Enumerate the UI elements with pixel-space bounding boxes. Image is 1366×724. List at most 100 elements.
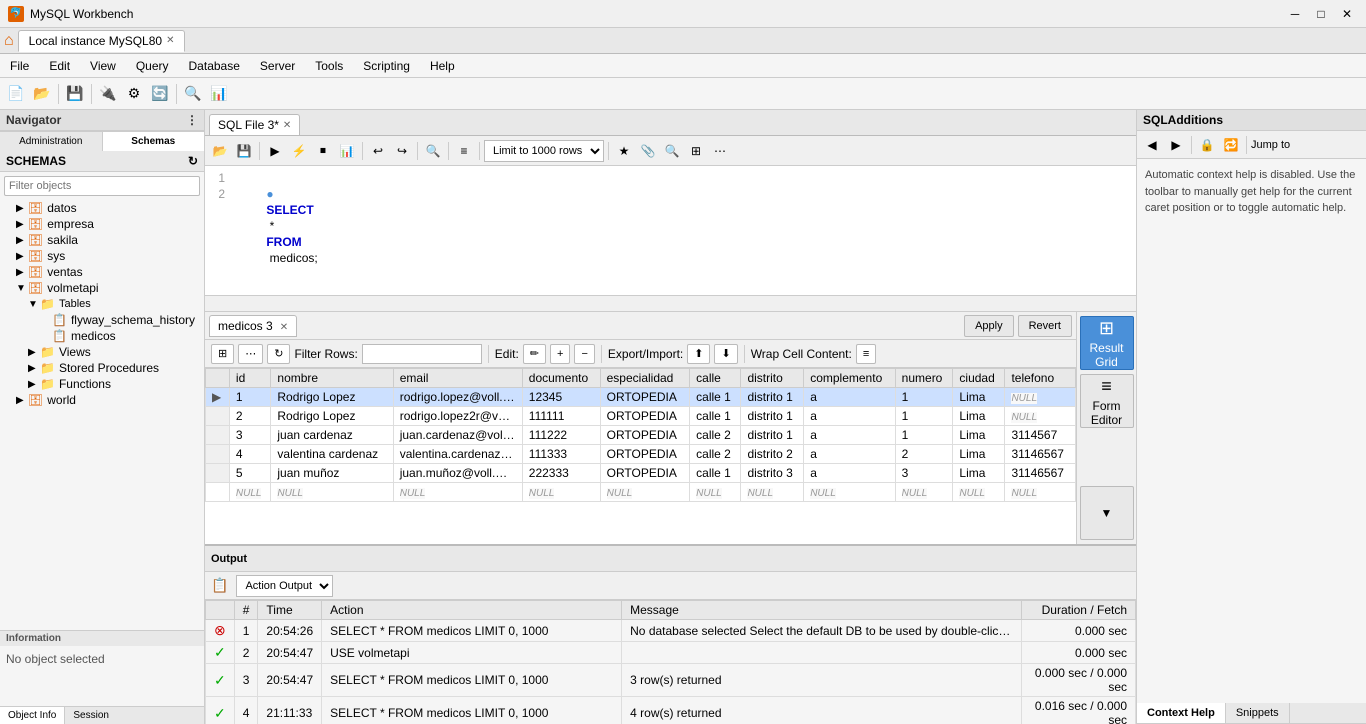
col-nombre[interactable]: nombre — [271, 369, 393, 388]
right-panel-forward-btn[interactable]: ▶ — [1165, 134, 1187, 156]
right-panel-back-btn[interactable]: ◀ — [1141, 134, 1163, 156]
menu-scripting[interactable]: Scripting — [353, 56, 420, 76]
revert-button[interactable]: Revert — [1018, 315, 1072, 337]
col-email[interactable]: email — [393, 369, 522, 388]
result-tab-close[interactable]: ✕ — [280, 322, 288, 333]
open-sql-button[interactable]: 📂 — [209, 140, 231, 162]
schema-sys[interactable]: ▶🗄sys — [0, 248, 204, 264]
col-ciudad[interactable]: ciudad — [953, 369, 1005, 388]
schemas-refresh-icon[interactable]: ↻ — [188, 154, 198, 168]
menu-query[interactable]: Query — [126, 56, 179, 76]
menu-help[interactable]: Help — [420, 56, 465, 76]
sql-editor[interactable]: 1 2 ● SELECT * FROM medicos; — [205, 166, 1136, 296]
menu-tools[interactable]: Tools — [305, 56, 353, 76]
output-row[interactable]: ✓421:11:33SELECT * FROM medicos LIMIT 0,… — [206, 697, 1136, 724]
output-row[interactable]: ✓220:54:47USE volmetapi0.000 sec — [206, 642, 1136, 664]
redo-button[interactable]: ↪ — [391, 140, 413, 162]
zoom-button[interactable]: 🔍 — [661, 140, 683, 162]
schema-inspector-button[interactable]: 🔍 — [181, 82, 205, 106]
col-telefono[interactable]: telefono — [1005, 369, 1076, 388]
table-row[interactable]: 5juan muñozjuan.muñoz@voll.med222333ORTO… — [206, 464, 1076, 483]
edit-btn-2[interactable]: + — [550, 344, 570, 364]
save-sql-button[interactable]: 💾 — [233, 140, 255, 162]
toggle-button[interactable]: ⊞ — [685, 140, 707, 162]
save-button[interactable]: 💾 — [63, 82, 87, 106]
editor-content[interactable]: ● SELECT * FROM medicos; — [233, 170, 1132, 291]
result-tab-medicos[interactable]: medicos 3 ✕ — [209, 315, 297, 337]
result-refresh-btn[interactable]: ↻ — [267, 344, 290, 364]
table-flyway[interactable]: 📋flyway_schema_history — [0, 312, 204, 328]
bookmark-button[interactable]: ★ — [613, 140, 635, 162]
snippet-button[interactable]: 📎 — [637, 140, 659, 162]
tab-schemas[interactable]: Schemas — [103, 132, 205, 151]
col-complemento[interactable]: complemento — [804, 369, 895, 388]
edit-btn-1[interactable]: ✏ — [523, 344, 546, 364]
filter-rows-input[interactable] — [362, 344, 482, 364]
schema-datos[interactable]: ▶🗄datos — [0, 200, 204, 216]
folder-stored-procedures[interactable]: ▶📁Stored Procedures — [0, 360, 204, 376]
col-distrito[interactable]: distrito — [741, 369, 804, 388]
object-info-tab[interactable]: Object Info — [0, 707, 65, 724]
maximize-button[interactable]: □ — [1310, 5, 1332, 23]
result-grid-btn[interactable]: ⊞ — [211, 344, 234, 364]
new-connection-button[interactable]: 🔌 — [96, 82, 120, 106]
table-data-button[interactable]: 📊 — [207, 82, 231, 106]
session-tab[interactable]: Session — [65, 707, 117, 724]
menu-view[interactable]: View — [80, 56, 126, 76]
form-editor-side-btn[interactable]: ≡ Form Editor — [1080, 374, 1134, 428]
folder-functions[interactable]: ▶📁Functions — [0, 376, 204, 392]
minimize-button[interactable]: ─ — [1284, 5, 1306, 23]
table-medicos[interactable]: 📋medicos — [0, 328, 204, 344]
schema-volmetapi[interactable]: ▼🗄volmetapi — [0, 280, 204, 296]
table-row[interactable]: 3juan cardenazjuan.cardenaz@voll.med1112… — [206, 426, 1076, 445]
navigator-menu-icon[interactable]: ⋮ — [186, 113, 198, 127]
close-button[interactable]: ✕ — [1336, 5, 1358, 23]
more-side-btn[interactable]: ▼ — [1080, 486, 1134, 540]
execute-current-button[interactable]: ⚡ — [288, 140, 310, 162]
schema-search-input[interactable] — [4, 176, 200, 196]
table-row[interactable]: 2Rodrigo Lopezrodrigo.lopez2r@voll.med11… — [206, 407, 1076, 426]
instance-tab-close[interactable]: ✕ — [166, 35, 174, 46]
result-grid-side-btn[interactable]: ⊞ Result Grid — [1080, 316, 1134, 370]
menu-database[interactable]: Database — [179, 56, 250, 76]
context-help-tab[interactable]: Context Help — [1137, 703, 1226, 723]
new-file-button[interactable]: 📄 — [4, 82, 28, 106]
menu-edit[interactable]: Edit — [39, 56, 80, 76]
folder-views[interactable]: ▶📁Views — [0, 344, 204, 360]
col-numero[interactable]: numero — [895, 369, 953, 388]
schema-ventas[interactable]: ▶🗄ventas — [0, 264, 204, 280]
right-panel-lock-btn[interactable]: 🔒 — [1196, 134, 1218, 156]
col-id[interactable]: id — [229, 369, 270, 388]
col-especialidad[interactable]: especialidad — [600, 369, 690, 388]
reconnect-button[interactable]: 🔄 — [148, 82, 172, 106]
schema-empresa[interactable]: ▶🗄empresa — [0, 216, 204, 232]
folder-tables[interactable]: ▼📁Tables — [0, 296, 204, 312]
menu-file[interactable]: File — [0, 56, 39, 76]
sql-file-tab-close[interactable]: ✕ — [283, 120, 291, 131]
export-btn[interactable]: ⬆ — [687, 344, 710, 364]
apply-button[interactable]: Apply — [964, 315, 1014, 337]
col-documento[interactable]: documento — [522, 369, 600, 388]
stop-button[interactable]: ⏹ — [312, 140, 334, 162]
table-row[interactable]: ▶1Rodrigo Lopezrodrigo.lopez@voll.med123… — [206, 388, 1076, 407]
wrap-cell-btn[interactable]: ≡ — [856, 344, 876, 364]
col-calle[interactable]: calle — [690, 369, 741, 388]
sql-file-tab[interactable]: SQL File 3* ✕ — [209, 114, 300, 135]
menu-server[interactable]: Server — [250, 56, 305, 76]
right-panel-auto-btn[interactable]: 🔁 — [1220, 134, 1242, 156]
import-btn[interactable]: ⬇ — [714, 344, 737, 364]
tab-administration[interactable]: Administration — [0, 132, 103, 151]
execute-button[interactable]: ▶ — [264, 140, 286, 162]
table-row[interactable]: 4valentina cardenazvalentina.cardenaz@vo… — [206, 445, 1076, 464]
open-file-button[interactable]: 📂 — [30, 82, 54, 106]
schema-sakila[interactable]: ▶🗄sakila — [0, 232, 204, 248]
instance-tab[interactable]: Local instance MySQL80 ✕ — [18, 30, 186, 52]
find-button[interactable]: 🔍 — [422, 140, 444, 162]
format-button[interactable]: ≡ — [453, 140, 475, 162]
limit-rows-select[interactable]: Limit to 1000 rows Don't limit Limit to … — [484, 140, 604, 162]
snippets-tab[interactable]: Snippets — [1226, 703, 1290, 723]
output-row[interactable]: ✓320:54:47SELECT * FROM medicos LIMIT 0,… — [206, 664, 1136, 697]
output-row[interactable]: ⊗120:54:26SELECT * FROM medicos LIMIT 0,… — [206, 620, 1136, 642]
manage-connections-button[interactable]: ⚙ — [122, 82, 146, 106]
home-icon[interactable]: ⌂ — [4, 32, 14, 50]
